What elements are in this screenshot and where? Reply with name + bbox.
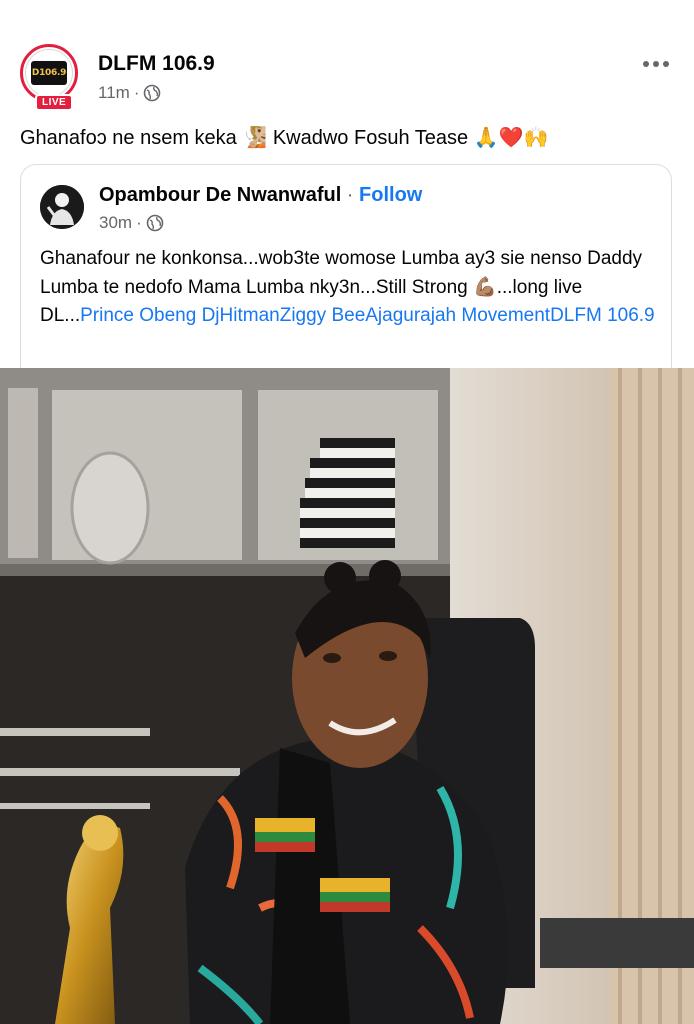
photo-illustration xyxy=(0,368,694,1024)
post-text: Ghanafoɔ ne nsem keka 🧏🏼 Kwadwo Fosuh Te… xyxy=(20,122,548,153)
emoji-flexed-biceps: 💪🏽 xyxy=(473,276,497,298)
post-photo[interactable] xyxy=(0,368,694,1024)
more-options-button[interactable] xyxy=(642,48,670,74)
page-avatar[interactable]: D106.9 LIVE xyxy=(20,44,84,111)
mention-link[interactable]: Prince Obeng DjHitmanZiggy BeeAjagurajah… xyxy=(80,305,550,326)
follow-separator: · xyxy=(341,184,360,206)
shared-post-meta: 30m · xyxy=(99,213,164,233)
emoji-person: 🧏🏼 xyxy=(242,125,268,149)
station-logo: D106.9 xyxy=(31,61,67,85)
globe-icon xyxy=(146,214,164,232)
post-text-part1: Ghanafoɔ ne nsem keka xyxy=(20,127,243,149)
meta-separator: · xyxy=(133,83,140,102)
shared-post-time[interactable]: 30m xyxy=(99,213,132,233)
post-time[interactable]: 11m xyxy=(98,83,130,103)
shared-meta-separator: · xyxy=(136,213,142,232)
emoji-heart: ❤️ xyxy=(498,125,524,149)
shared-author-name[interactable]: Opambour De Nwanwaful xyxy=(99,184,341,206)
page-name[interactable]: DLFM 106.9 xyxy=(98,52,215,76)
shared-post-text: Ghanafour ne konkonsa...wob3te womose Lu… xyxy=(40,245,660,330)
post-header: D106.9 LIVE DLFM 106.9 11m · xyxy=(0,0,694,115)
post-meta: 11m · xyxy=(98,83,161,103)
shared-author-avatar[interactable] xyxy=(40,185,84,229)
globe-icon xyxy=(143,84,161,102)
post-text-part2: Kwadwo Fosuh Tease xyxy=(267,127,474,149)
mention-link[interactable]: DLFM 106.9 xyxy=(550,305,655,326)
emoji-raised-hands: 🙌 xyxy=(523,125,549,149)
shared-author-line: Opambour De Nwanwaful · Follow xyxy=(99,184,422,207)
avatar-logo: D106.9 xyxy=(25,49,73,97)
follow-button[interactable]: Follow xyxy=(359,184,422,206)
shared-post-card[interactable]: Opambour De Nwanwaful · Follow 30m · Gha… xyxy=(20,164,672,394)
emoji-pray: 🙏 xyxy=(473,125,499,149)
more-horizontal-icon xyxy=(643,61,669,67)
live-badge: LIVE xyxy=(35,94,74,111)
